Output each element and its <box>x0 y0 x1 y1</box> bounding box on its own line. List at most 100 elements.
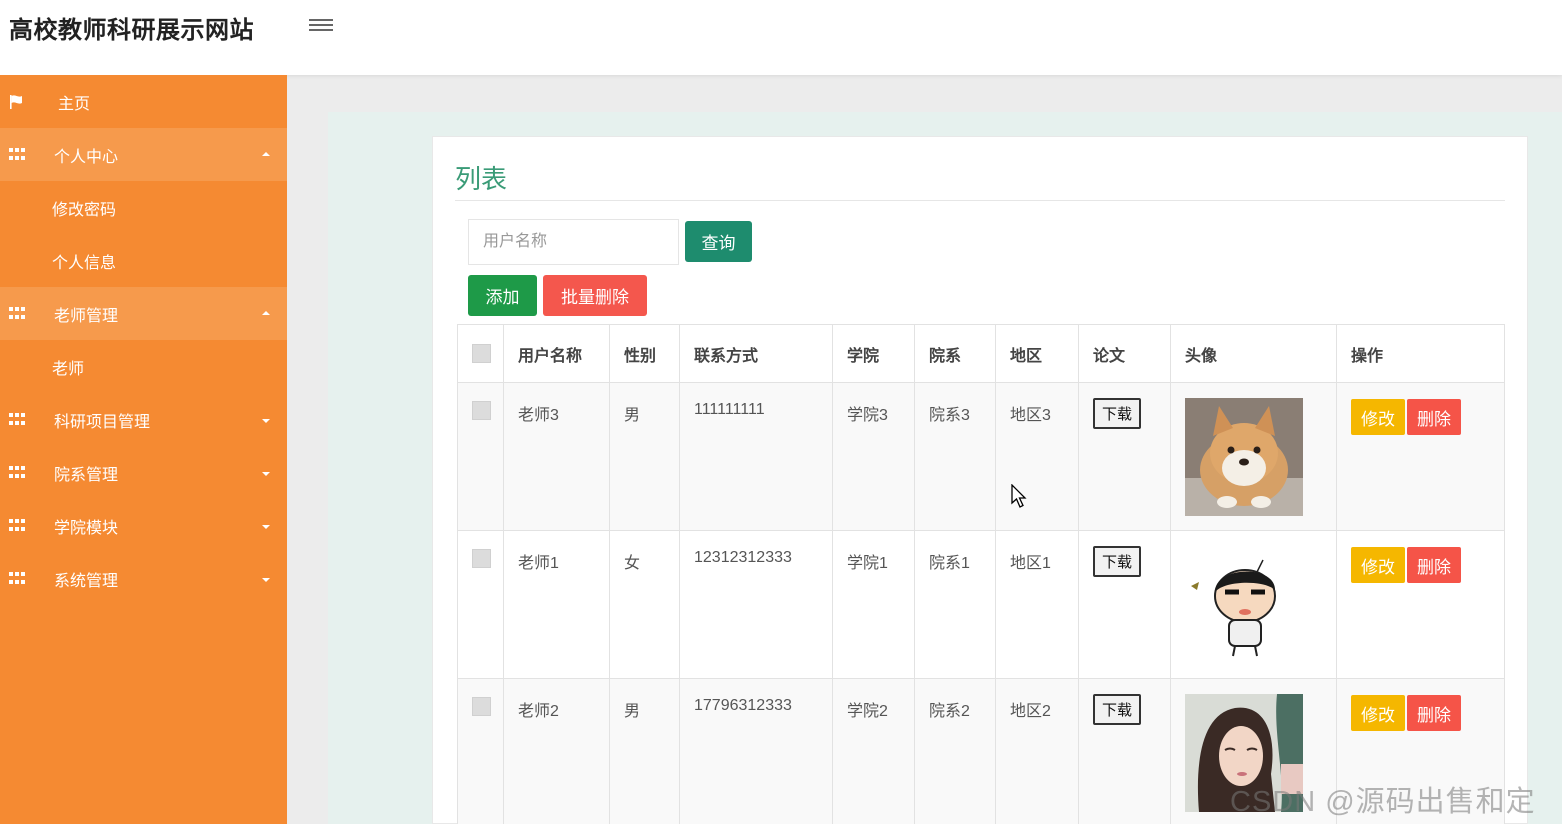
cell-gender: 男 <box>609 678 680 824</box>
edit-button[interactable]: 修改 <box>1351 547 1405 583</box>
column-header: 联系方式 <box>679 324 833 383</box>
caret-up-icon <box>262 151 270 156</box>
cell-department: 院系2 <box>914 678 996 824</box>
row-select-cell <box>457 678 504 824</box>
table-row: 老师1 女 12312312333 学院1 院系1 地区1 下载 修改 删除 <box>457 530 1505 679</box>
cell-college: 学院1 <box>832 530 915 679</box>
cell-department: 院系1 <box>914 530 996 679</box>
column-header: 用户名称 <box>503 324 610 383</box>
grid-icon <box>9 518 25 533</box>
caret-down-icon <box>262 471 270 476</box>
site-title: 高校教师科研展示网站 <box>9 17 254 44</box>
cell-name: 老师1 <box>503 530 610 679</box>
sidebar-item-home[interactable]: 主页 <box>0 75 287 128</box>
watermark: CSDN @源码出售和定制 <box>1230 786 1536 818</box>
row-checkbox[interactable] <box>472 549 491 568</box>
sidebar-subitem-change-password[interactable]: 修改密码 <box>0 181 287 234</box>
edit-button[interactable]: 修改 <box>1351 399 1405 435</box>
cell-region: 地区1 <box>995 530 1079 679</box>
grid-icon <box>9 412 25 427</box>
column-header: 学院 <box>832 324 915 383</box>
cell-actions: 修改 删除 <box>1336 530 1505 679</box>
select-all-cell <box>457 324 504 383</box>
cell-department: 院系3 <box>914 382 996 531</box>
column-header: 操作 <box>1336 324 1505 383</box>
sidebar-item-label: 老师管理 <box>54 307 119 325</box>
cell-paper: 下载 <box>1078 530 1171 679</box>
column-header: 地区 <box>995 324 1079 383</box>
sidebar: 主页 个人中心 修改密码 个人信息 老师管理 老师 科研项目管理 院系管理 学院… <box>0 75 287 824</box>
sidebar-subitem-personal-info[interactable]: 个人信息 <box>0 234 287 287</box>
cell-region: 地区3 <box>995 382 1079 531</box>
sidebar-item-system-management[interactable]: 系统管理 <box>0 552 287 605</box>
sidebar-item-label: 系统管理 <box>54 572 119 590</box>
search-input[interactable] <box>468 219 679 265</box>
query-button[interactable]: 查询 <box>685 221 752 262</box>
flag-icon <box>9 94 25 109</box>
sidebar-item-research-projects[interactable]: 科研项目管理 <box>0 393 287 446</box>
add-button[interactable]: 添加 <box>468 275 537 316</box>
avatar <box>1185 546 1303 664</box>
hamburger-icon[interactable] <box>309 16 333 36</box>
row-select-cell <box>457 530 504 679</box>
select-all-checkbox[interactable] <box>472 344 491 363</box>
sidebar-subitem-teacher[interactable]: 老师 <box>0 340 287 393</box>
batch-delete-button[interactable]: 批量删除 <box>543 275 647 316</box>
cell-gender: 男 <box>609 382 680 531</box>
page-title: 列表 <box>455 164 508 194</box>
grid-icon <box>9 571 25 586</box>
avatar <box>1185 398 1303 516</box>
cell-phone: 111111111 <box>679 382 833 531</box>
cell-region: 地区2 <box>995 678 1079 824</box>
list-card: 列表 查询 添加 批量删除 用户名称 性别 联系方式 学院 院系 地区 论文 头… <box>432 136 1528 824</box>
caret-down-icon <box>262 577 270 582</box>
cell-name: 老师3 <box>503 382 610 531</box>
cell-actions: 修改 删除 <box>1336 382 1505 531</box>
sidebar-item-personal-center[interactable]: 个人中心 <box>0 128 287 181</box>
sidebar-item-label: 主页 <box>58 95 91 113</box>
sidebar-item-department-management[interactable]: 院系管理 <box>0 446 287 499</box>
row-select-cell <box>457 382 504 531</box>
column-header: 院系 <box>914 324 996 383</box>
cell-gender: 女 <box>609 530 680 679</box>
sidebar-item-label: 学院模块 <box>54 519 119 537</box>
caret-down-icon <box>262 524 270 529</box>
sidebar-item-label: 院系管理 <box>54 466 119 484</box>
caret-down-icon <box>262 418 270 423</box>
grid-icon <box>9 465 25 480</box>
cell-college: 学院3 <box>832 382 915 531</box>
delete-button[interactable]: 删除 <box>1407 547 1461 583</box>
table-row: 老师3 男 111111111 学院3 院系3 地区3 下载 修改 删除 <box>457 382 1505 531</box>
sidebar-item-label: 个人中心 <box>54 148 119 166</box>
sidebar-item-label: 科研项目管理 <box>54 413 151 431</box>
mouse-cursor-icon <box>1011 483 1027 513</box>
cell-phone: 12312312333 <box>679 530 833 679</box>
cell-avatar <box>1170 382 1337 531</box>
column-header: 头像 <box>1170 324 1337 383</box>
delete-button[interactable]: 删除 <box>1407 399 1461 435</box>
download-button[interactable]: 下载 <box>1093 398 1142 429</box>
cell-phone: 17796312333 <box>679 678 833 824</box>
edit-button[interactable]: 修改 <box>1351 695 1405 731</box>
cell-paper: 下载 <box>1078 382 1171 531</box>
top-header: 高校教师科研展示网站 <box>0 0 1562 75</box>
download-button[interactable]: 下载 <box>1093 546 1142 577</box>
grid-icon <box>9 306 25 321</box>
row-checkbox[interactable] <box>472 401 491 420</box>
column-header: 论文 <box>1078 324 1171 383</box>
cell-paper: 下载 <box>1078 678 1171 824</box>
title-divider <box>455 200 1505 201</box>
teacher-table: 用户名称 性别 联系方式 学院 院系 地区 论文 头像 操作 老师3 男 111… <box>457 324 1505 824</box>
grid-icon <box>9 147 25 162</box>
cell-avatar <box>1170 530 1337 679</box>
sidebar-item-teacher-management[interactable]: 老师管理 <box>0 287 287 340</box>
delete-button[interactable]: 删除 <box>1407 695 1461 731</box>
cell-name: 老师2 <box>503 678 610 824</box>
column-header: 性别 <box>609 324 680 383</box>
row-checkbox[interactable] <box>472 697 491 716</box>
sidebar-item-college-module[interactable]: 学院模块 <box>0 499 287 552</box>
download-button[interactable]: 下载 <box>1093 694 1142 725</box>
cell-college: 学院2 <box>832 678 915 824</box>
table-header-row: 用户名称 性别 联系方式 学院 院系 地区 论文 头像 操作 <box>457 324 1505 383</box>
caret-up-icon <box>262 310 270 315</box>
